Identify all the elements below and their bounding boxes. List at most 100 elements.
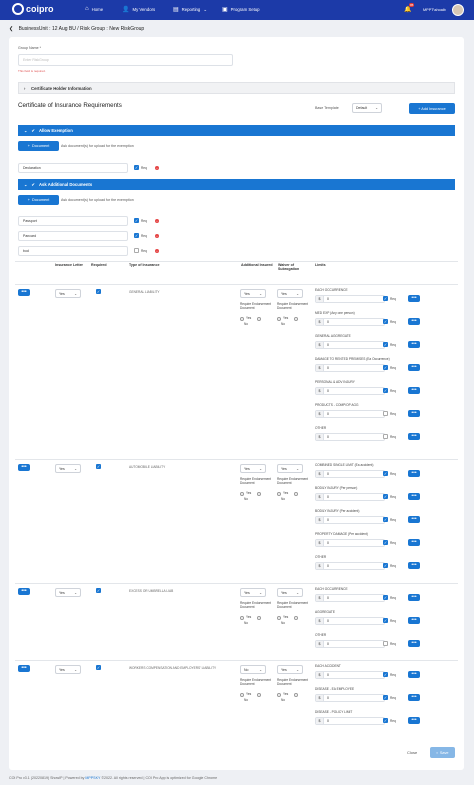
limit-options-button[interactable]: ••• — [408, 539, 420, 546]
row-actions-button[interactable]: ••• — [18, 289, 30, 296]
row-actions-button[interactable]: ••• — [18, 464, 30, 471]
limit-amount-input[interactable]: $0 — [315, 295, 385, 303]
limit-options-button[interactable]: ••• — [408, 694, 420, 701]
waiver-subrogation-select[interactable]: Yes ⌄ — [277, 588, 303, 597]
limit-amount-input[interactable]: $0 — [315, 694, 385, 702]
limit-amount-input[interactable]: $0 — [315, 671, 385, 679]
endorsement-no-radio[interactable] — [257, 616, 261, 620]
endorsement-no-radio[interactable] — [294, 616, 298, 620]
remove-icon[interactable]: − — [155, 219, 159, 223]
limit-options-button[interactable]: ••• — [408, 516, 420, 523]
limit-req-checkbox[interactable]: ✓ — [383, 494, 388, 499]
endorsement-yes-radio[interactable] — [277, 317, 281, 321]
save-button[interactable]: ▪ Save — [430, 747, 455, 758]
nav-program-setup[interactable]: ▣ Program Setup — [222, 6, 260, 13]
limit-amount-input[interactable]: $0 — [315, 539, 385, 547]
limit-amount-input[interactable]: $0 — [315, 318, 385, 326]
avatar[interactable] — [452, 4, 464, 16]
additional-doc-field[interactable]: Passport — [18, 216, 128, 226]
limit-req-checkbox[interactable]: ✓ — [383, 517, 388, 522]
back-arrow-icon[interactable]: ❮ — [9, 26, 13, 32]
limit-req-checkbox[interactable]: ✓ — [383, 695, 388, 700]
limit-req-checkbox[interactable]: ✓ — [383, 365, 388, 370]
row-actions-button[interactable]: ••• — [18, 588, 30, 595]
limit-req-checkbox[interactable]: ✓ — [383, 618, 388, 623]
insurance-letter-select[interactable]: Yes ⌄ — [55, 464, 81, 473]
additional-doc-req-checkbox[interactable]: ✓ — [134, 218, 139, 223]
declaration-req-checkbox[interactable]: ✓ — [134, 165, 139, 170]
insurance-letter-select[interactable]: Yes ⌄ — [55, 665, 81, 674]
limit-req-checkbox[interactable]: ✓ — [383, 342, 388, 347]
insurance-letter-select[interactable]: Yes ⌄ — [55, 588, 81, 597]
limit-amount-input[interactable]: $0 — [315, 470, 385, 478]
required-checkbox[interactable]: ✓ — [96, 464, 101, 469]
required-checkbox[interactable]: ✓ — [96, 588, 101, 593]
limit-req-checkbox[interactable]: ✓ — [383, 319, 388, 324]
waiver-subrogation-select[interactable]: Yes ⌄ — [277, 665, 303, 674]
add-insurance-button[interactable]: + Add Insurance — [409, 103, 455, 114]
endorsement-yes-radio[interactable] — [240, 693, 244, 697]
limit-req-checkbox[interactable] — [383, 411, 388, 416]
close-button[interactable]: Close — [407, 750, 417, 755]
endorsement-yes-radio[interactable] — [240, 492, 244, 496]
limit-req-checkbox[interactable]: ✓ — [383, 388, 388, 393]
limit-options-button[interactable]: ••• — [408, 364, 420, 371]
limit-req-checkbox[interactable]: ✓ — [383, 563, 388, 568]
base-template-select[interactable]: Default ⌄ — [352, 103, 382, 113]
limit-amount-input[interactable]: $0 — [315, 562, 385, 570]
limit-amount-input[interactable]: $0 — [315, 387, 385, 395]
additional-document-button[interactable]: + Document — [18, 195, 59, 205]
limit-req-checkbox[interactable]: ✓ — [383, 595, 388, 600]
endorsement-yes-radio[interactable] — [277, 693, 281, 697]
limit-options-button[interactable]: ••• — [408, 295, 420, 302]
limit-options-button[interactable]: ••• — [408, 594, 420, 601]
required-checkbox[interactable]: ✓ — [96, 289, 101, 294]
limit-amount-input[interactable]: $0 — [315, 410, 385, 418]
remove-icon[interactable]: − — [155, 166, 159, 170]
endorsement-yes-radio[interactable] — [240, 616, 244, 620]
limit-req-checkbox[interactable] — [383, 641, 388, 646]
limit-options-button[interactable]: ••• — [408, 562, 420, 569]
endorsement-no-radio[interactable] — [257, 492, 261, 496]
allow-exemption-bar[interactable]: ⌄ ✔ Allow Exemption — [18, 125, 455, 136]
limit-options-button[interactable]: ••• — [408, 640, 420, 647]
additional-doc-req-checkbox[interactable]: ✓ — [134, 233, 139, 238]
limit-amount-input[interactable]: $0 — [315, 617, 385, 625]
nav-home[interactable]: ⌂ Home — [85, 6, 103, 12]
nav-my-vendors[interactable]: 👤 My Vendors — [122, 6, 155, 13]
limit-options-button[interactable]: ••• — [408, 410, 420, 417]
waiver-subrogation-select[interactable]: Yes ⌄ — [277, 464, 303, 473]
endorsement-no-radio[interactable] — [294, 492, 298, 496]
remove-icon[interactable]: − — [155, 234, 159, 238]
insurance-letter-select[interactable]: Yes ⌄ — [55, 289, 81, 298]
limit-amount-input[interactable]: $0 — [315, 364, 385, 372]
coipro-logo[interactable]: coipro — [12, 3, 54, 15]
limit-options-button[interactable]: ••• — [408, 387, 420, 394]
additional-doc-field[interactable]: bod — [18, 246, 128, 256]
endorsement-no-radio[interactable] — [294, 317, 298, 321]
cert-holder-accordion[interactable]: › Certificate Holder Information — [18, 82, 455, 94]
limit-options-button[interactable]: ••• — [408, 433, 420, 440]
waiver-subrogation-select[interactable]: Yes ⌄ — [277, 289, 303, 298]
additional-insured-select[interactable]: Yes ⌄ — [240, 289, 266, 298]
additional-insured-select[interactable]: No ⌄ — [240, 665, 266, 674]
limit-options-button[interactable]: ••• — [408, 671, 420, 678]
endorsement-no-radio[interactable] — [294, 693, 298, 697]
endorsement-yes-radio[interactable] — [277, 616, 281, 620]
required-checkbox[interactable]: ✓ — [96, 665, 101, 670]
limit-options-button[interactable]: ••• — [408, 470, 420, 477]
additional-insured-select[interactable]: Yes ⌄ — [240, 464, 266, 473]
limit-options-button[interactable]: ••• — [408, 341, 420, 348]
additional-doc-field[interactable]: Pancard — [18, 231, 128, 241]
group-name-input[interactable]: Enter RiskGroup — [18, 54, 233, 66]
limit-req-checkbox[interactable]: ✓ — [383, 672, 388, 677]
endorsement-no-radio[interactable] — [257, 693, 261, 697]
limit-amount-input[interactable]: $0 — [315, 594, 385, 602]
limit-amount-input[interactable]: $0 — [315, 516, 385, 524]
user-name[interactable]: MPPT\shoaib — [423, 8, 446, 12]
limit-req-checkbox[interactable]: ✓ — [383, 471, 388, 476]
limit-options-button[interactable]: ••• — [408, 717, 420, 724]
nav-reporting[interactable]: ▤ Reporting ⌄ — [173, 6, 207, 14]
limit-amount-input[interactable]: $0 — [315, 433, 385, 441]
remove-icon[interactable]: − — [155, 249, 159, 253]
